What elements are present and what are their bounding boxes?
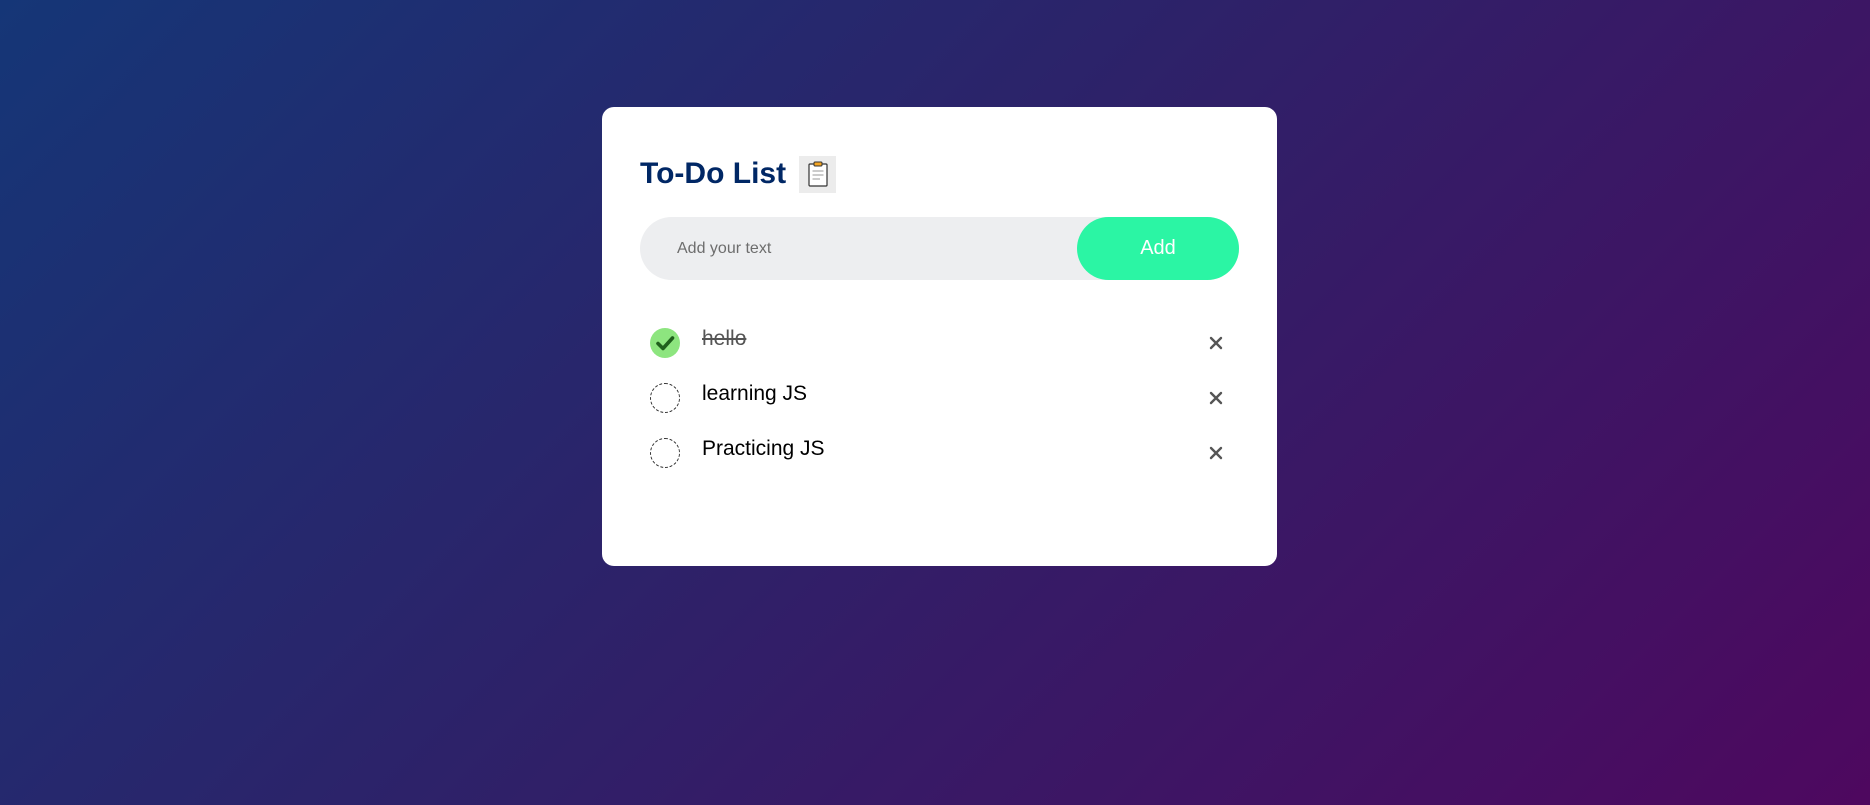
todo-card: To-Do List Add hello: [602, 107, 1277, 566]
unchecked-circle-icon[interactable]: [650, 438, 680, 468]
task-item[interactable]: learning JS: [640, 371, 1239, 426]
close-icon[interactable]: [1203, 440, 1229, 466]
page-title: To-Do List: [640, 157, 787, 190]
close-icon[interactable]: [1203, 330, 1229, 356]
task-label: Practicing JS: [702, 437, 825, 460]
task-list: hello learning JS Practicing JS: [640, 316, 1239, 481]
add-task-row: Add: [640, 217, 1239, 280]
task-item[interactable]: Practicing JS: [640, 426, 1239, 481]
task-item[interactable]: hello: [640, 316, 1239, 371]
add-button[interactable]: Add: [1077, 217, 1239, 280]
header: To-Do List: [640, 155, 1239, 193]
clipboard-icon: [799, 155, 837, 193]
task-label: learning JS: [702, 382, 808, 405]
checked-circle-icon[interactable]: [650, 328, 680, 358]
task-input[interactable]: [640, 217, 1077, 280]
unchecked-circle-icon[interactable]: [650, 383, 680, 413]
close-icon[interactable]: [1203, 385, 1229, 411]
task-label: hello: [702, 327, 747, 350]
